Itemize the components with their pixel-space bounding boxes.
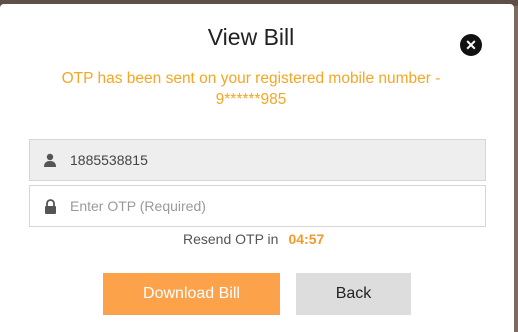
close-icon[interactable]: ✕ xyxy=(460,34,482,56)
resend-otp-text: Resend OTP in 04:57 xyxy=(183,231,324,247)
back-button[interactable]: Back xyxy=(296,273,411,315)
otp-field[interactable] xyxy=(29,185,486,227)
mobile-number-field[interactable] xyxy=(29,139,486,181)
otp-sent-message: OTP has been sent on your registered mob… xyxy=(61,70,441,108)
otp-input[interactable] xyxy=(70,186,470,226)
mobile-number-input[interactable] xyxy=(70,140,470,180)
resend-timer: 04:57 xyxy=(288,231,325,247)
view-bill-modal: View Bill ✕ OTP has been sent on your re… xyxy=(0,4,514,332)
download-bill-button[interactable]: Download Bill xyxy=(103,273,280,315)
resend-label: Resend OTP in xyxy=(183,231,279,247)
user-icon xyxy=(30,140,70,180)
lock-icon xyxy=(30,186,70,226)
modal-title: View Bill xyxy=(207,24,295,50)
